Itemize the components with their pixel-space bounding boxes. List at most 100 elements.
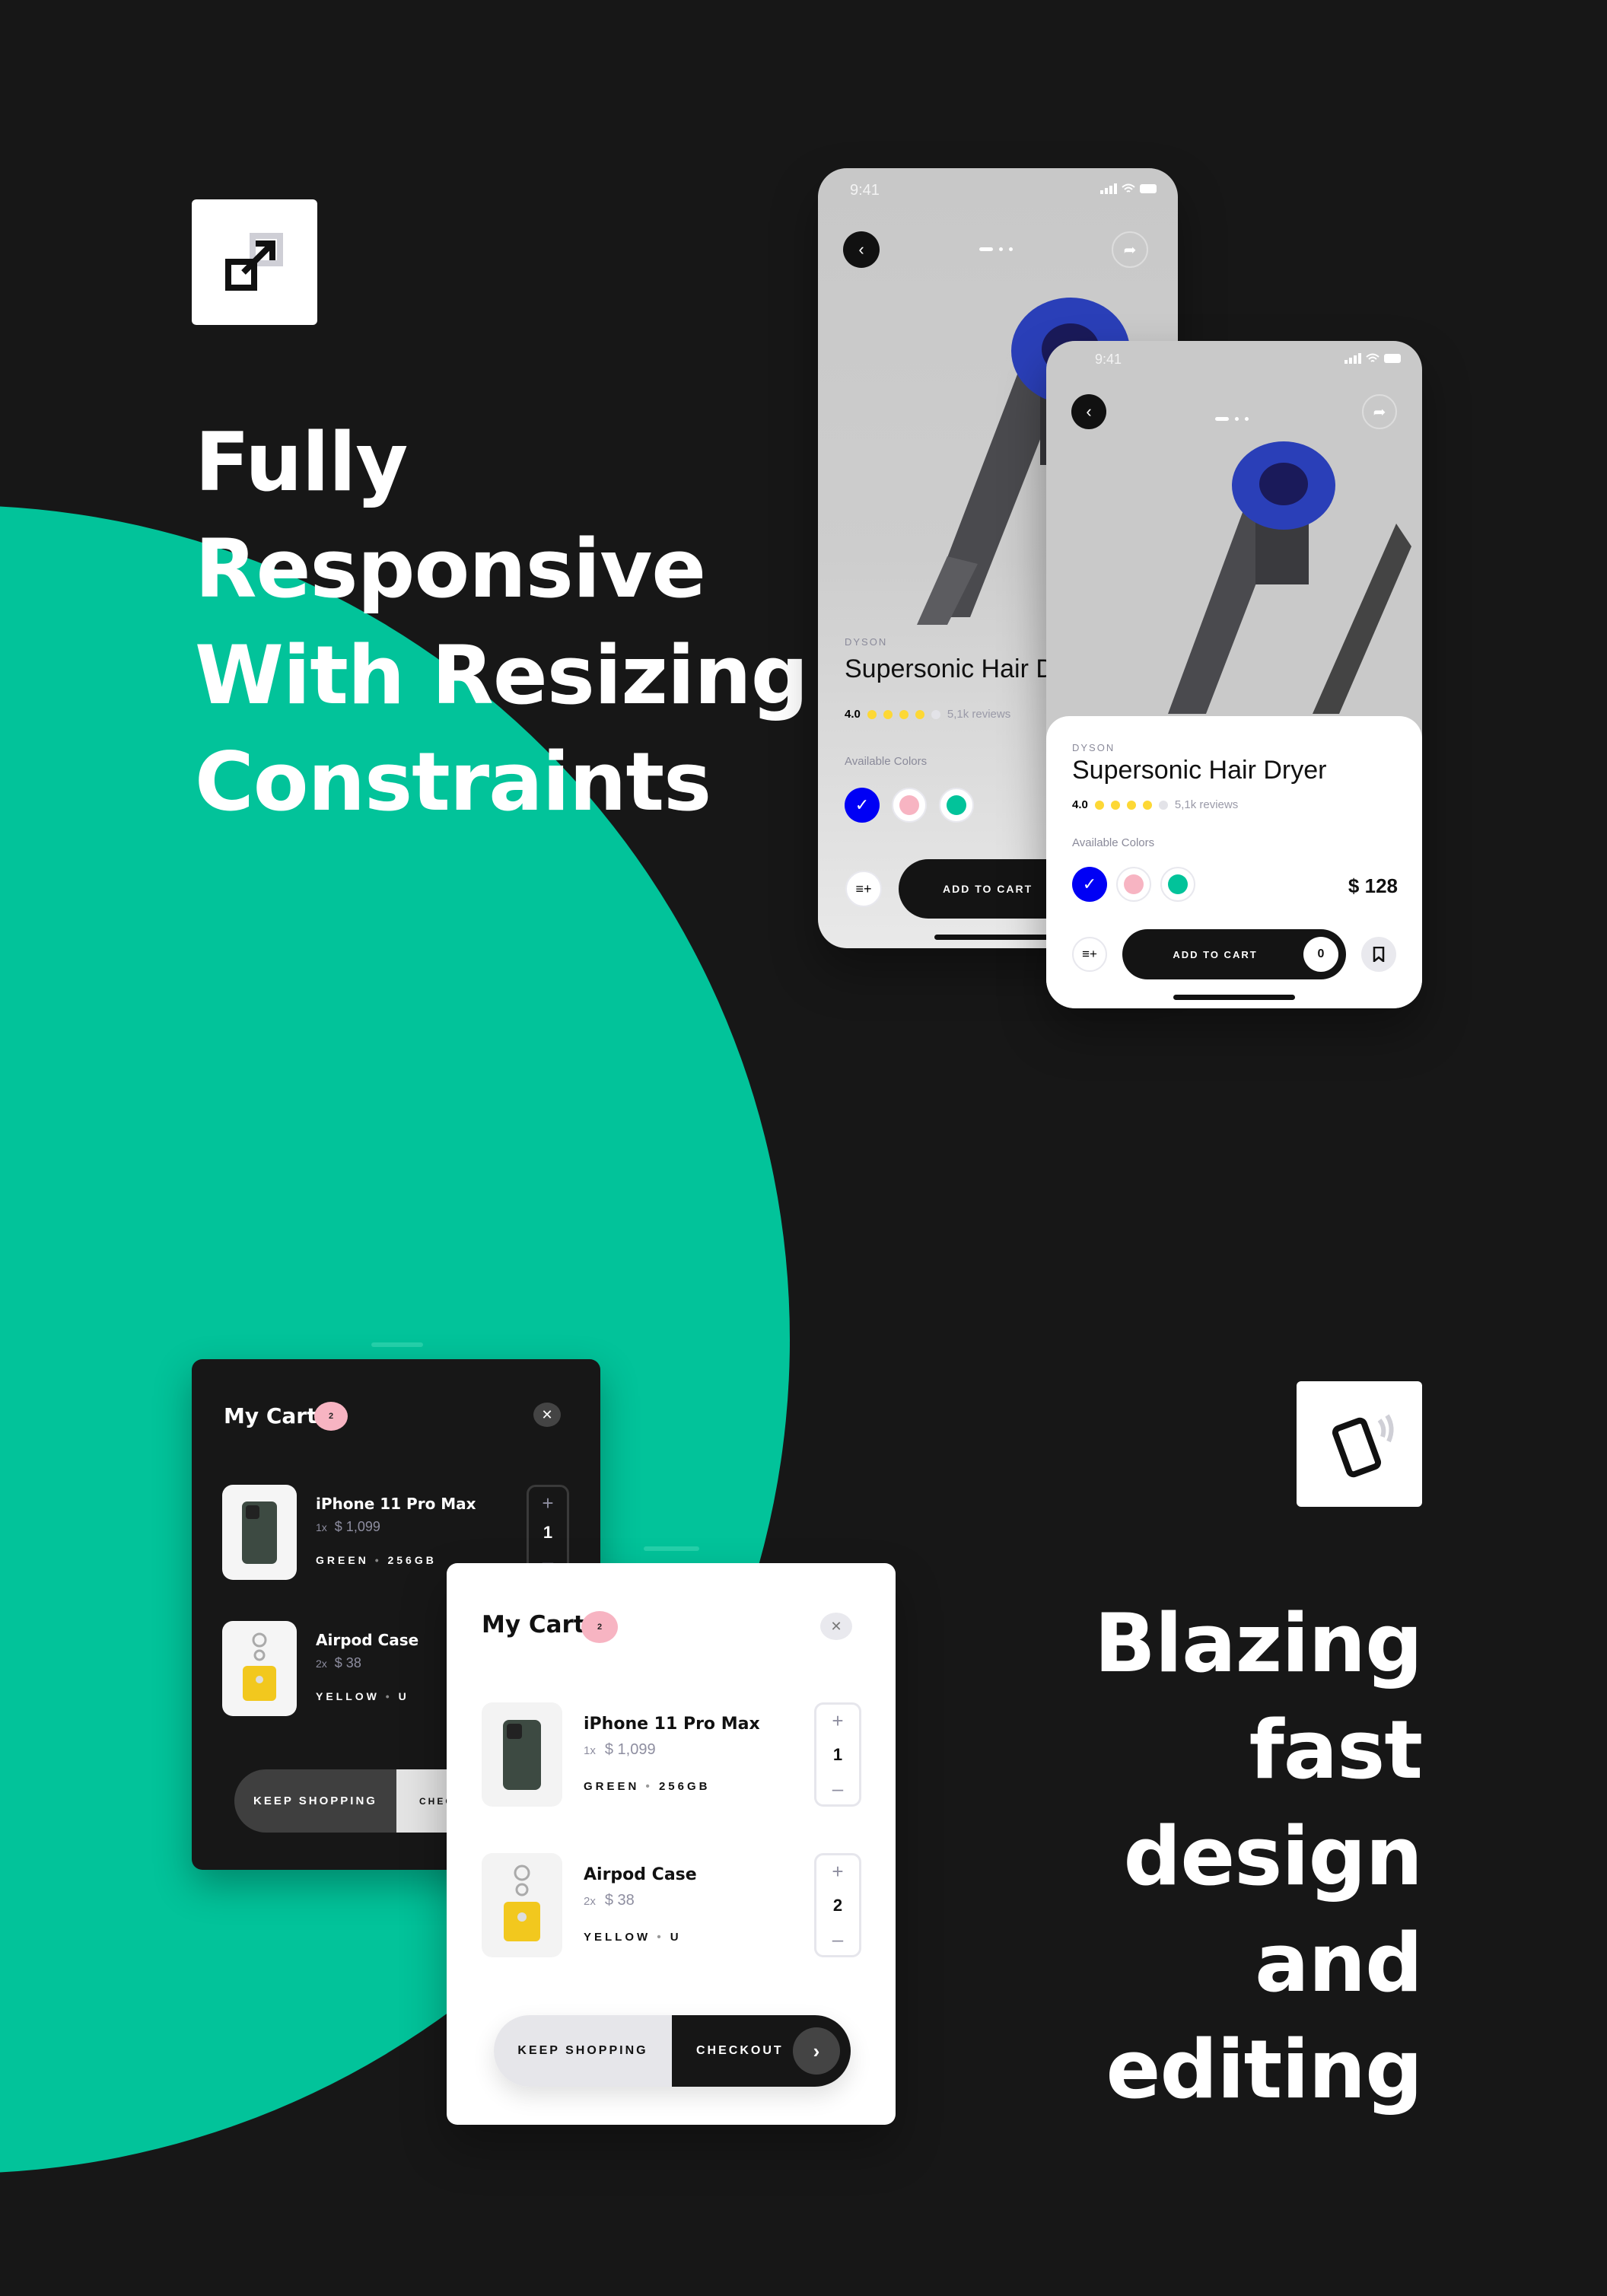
resize-icon-tile — [192, 199, 317, 325]
star-icon — [915, 709, 924, 719]
item-name: Airpod Case — [584, 1865, 697, 1884]
add-to-cart-button[interactable]: ADD TO CART 0 — [1122, 929, 1346, 979]
product-price: $ 128 — [1348, 874, 1398, 897]
check-icon: ✓ — [854, 795, 870, 814]
swatch-pink[interactable] — [1116, 867, 1151, 902]
item-thumbnail — [482, 1853, 562, 1957]
chevron-left-icon: ‹ — [1086, 402, 1092, 421]
quantity-stepper[interactable]: +1 – — [814, 1702, 861, 1807]
add-to-list-button[interactable]: ≡+ — [845, 871, 882, 907]
iphone-image — [503, 1719, 541, 1790]
back-button[interactable]: ‹ — [1071, 394, 1106, 429]
star-icon — [1110, 800, 1120, 810]
minus-icon[interactable]: – — [832, 1928, 843, 1950]
airpod-case-image — [243, 1632, 276, 1701]
item-qty-label: 1x — [584, 1744, 596, 1757]
home-indicator — [934, 935, 1064, 940]
quantity-value: 1 — [543, 1522, 553, 1542]
chevron-right-icon: › — [793, 2027, 840, 2075]
item-thumbnail — [222, 1621, 297, 1716]
close-button[interactable]: ✕ — [820, 1613, 852, 1640]
swatch-green[interactable] — [1160, 867, 1195, 902]
available-colors-label: Available Colors — [1072, 836, 1155, 849]
bookmark-icon — [1373, 947, 1385, 962]
star-icon — [1142, 800, 1152, 810]
color-swatches: ✓ — [1072, 867, 1195, 902]
star-icon — [1158, 800, 1168, 810]
status-time: 9:41 — [1095, 352, 1122, 367]
item-name: iPhone 11 Pro Max — [584, 1715, 760, 1734]
check-icon: ✓ — [1082, 874, 1097, 893]
cart-count-badge: 0 — [1303, 937, 1338, 972]
item-qty-label: 2x — [584, 1895, 596, 1908]
keep-shopping-button[interactable]: KEEP SHOPPING — [234, 1769, 396, 1833]
headline-blazing: Blazing fast design and editing — [1093, 1591, 1423, 2123]
plus-icon[interactable]: + — [832, 1709, 843, 1732]
product-brand: DYSON — [1072, 742, 1115, 753]
star-icon — [867, 709, 877, 719]
star-icon — [1126, 800, 1136, 810]
swatch-blue[interactable]: ✓ — [845, 788, 880, 823]
item-price: $ 1,099 — [604, 1741, 656, 1758]
cart-count-badge: 2 — [581, 1611, 618, 1643]
item-variant: GREEN • 256GB — [316, 1554, 437, 1566]
item-thumbnail — [222, 1485, 297, 1580]
plus-icon[interactable]: + — [542, 1492, 553, 1514]
headline-line: editing — [1106, 2023, 1423, 2116]
share-icon: ➦ — [1123, 241, 1137, 259]
signal-icon — [1344, 353, 1361, 364]
rating-row: 4.0 5,1k reviews — [1072, 798, 1238, 811]
headline-line: design — [1123, 1810, 1423, 1903]
swatch-pink[interactable] — [892, 788, 927, 823]
swatch-green[interactable] — [939, 788, 974, 823]
product-details-sheet: DYSON Supersonic Hair Dryer 4.0 5,1k rev… — [1046, 716, 1422, 1008]
color-swatches: ✓ — [845, 788, 974, 823]
rating-value: 4.0 — [1072, 798, 1088, 811]
item-variant: YELLOW • U — [584, 1931, 682, 1944]
playlist-add-icon: ≡+ — [1082, 947, 1097, 961]
rating-row: 4.0 5,1k reviews — [845, 708, 1010, 721]
battery-icon — [1384, 354, 1401, 363]
home-indicator — [1173, 995, 1295, 1000]
plus-icon[interactable]: + — [832, 1860, 843, 1883]
add-to-list-button[interactable]: ≡+ — [1072, 937, 1107, 972]
carousel-dots[interactable] — [1215, 417, 1249, 421]
reviews-count[interactable]: 5,1k reviews — [947, 708, 1010, 721]
headline-line: With Resizing — [195, 629, 809, 722]
item-name: iPhone 11 Pro Max — [316, 1495, 476, 1513]
star-icon — [899, 709, 909, 719]
quantity-value: 1 — [832, 1744, 843, 1764]
drag-handle[interactable] — [644, 1546, 699, 1551]
checkout-button[interactable]: CHECKOUT › — [672, 2015, 851, 2087]
headline-line: and — [1255, 1916, 1423, 2010]
status-icons — [1344, 353, 1404, 364]
playlist-add-icon: ≡+ — [855, 881, 872, 896]
minus-icon[interactable]: – — [832, 1777, 843, 1800]
product-brand: DYSON — [845, 636, 888, 648]
close-button[interactable]: ✕ — [533, 1403, 561, 1427]
bookmark-button[interactable] — [1361, 937, 1396, 972]
battery-icon — [1140, 184, 1157, 193]
carousel-dots[interactable] — [979, 247, 1013, 251]
item-price: $ 38 — [604, 1892, 635, 1909]
swatch-blue[interactable]: ✓ — [1072, 867, 1107, 902]
cart-actions: KEEP SHOPPING CHECKOUT › — [494, 2015, 851, 2087]
keep-shopping-button[interactable]: KEEP SHOPPING — [494, 2015, 672, 2087]
close-icon: ✕ — [830, 1618, 842, 1634]
phone-icon-tile — [1297, 1381, 1422, 1507]
headline-line: Blazing — [1093, 1597, 1423, 1690]
headline-responsive: Fully Responsive With Resizing Constrain… — [195, 409, 809, 836]
phone-rotate-icon — [1332, 1413, 1393, 1477]
headline-line: Fully — [195, 416, 408, 509]
quantity-stepper[interactable]: +2 – — [814, 1853, 861, 1957]
close-icon: ✕ — [541, 1406, 553, 1422]
item-price: $ 38 — [334, 1655, 361, 1670]
drag-handle[interactable] — [371, 1342, 423, 1347]
item-variant: GREEN • 256GB — [584, 1780, 711, 1793]
cart-title: My Cart — [224, 1403, 317, 1428]
quantity-value: 2 — [832, 1895, 843, 1915]
reviews-count[interactable]: 5,1k reviews — [1175, 798, 1238, 811]
add-to-cart-label: ADD TO CART — [943, 883, 1033, 895]
iphone-image — [242, 1501, 277, 1564]
product-screen-large: 9:41 ‹ ➦ DYSON Supersonic Hair Dryer 4.0… — [1046, 341, 1422, 1008]
